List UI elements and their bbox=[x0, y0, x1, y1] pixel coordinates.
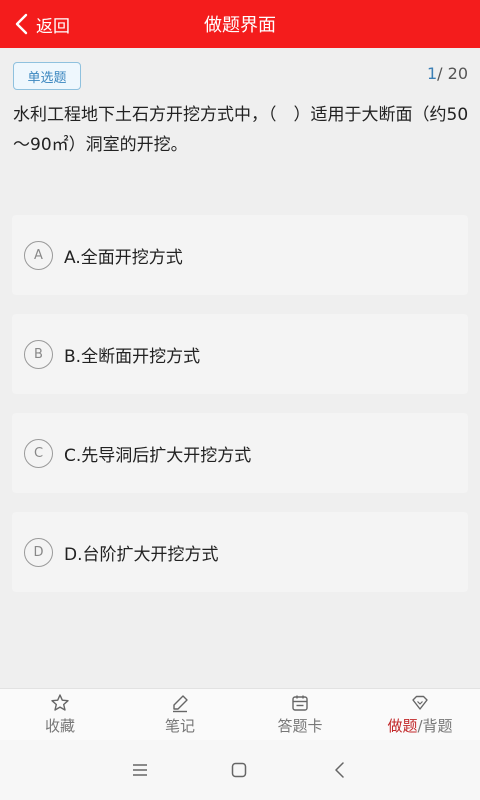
option-letter: A bbox=[24, 240, 53, 270]
progress-total: / 20 bbox=[437, 64, 468, 83]
calendar-icon bbox=[292, 695, 308, 711]
back-label: 返回 bbox=[36, 16, 70, 37]
system-nav-bar bbox=[0, 740, 480, 800]
option-text: B.全断面开挖方式 bbox=[64, 346, 201, 367]
progress-current: 1 bbox=[426, 64, 438, 83]
option-b[interactable]: B B.全断面开挖方式 bbox=[12, 314, 468, 394]
system-back-button[interactable] bbox=[328, 758, 352, 782]
option-text: A.全面开挖方式 bbox=[64, 247, 183, 268]
back-button[interactable]: 返回 bbox=[14, 0, 70, 48]
option-text: D.台阶扩大开挖方式 bbox=[64, 544, 219, 565]
home-icon bbox=[231, 762, 247, 778]
star-icon bbox=[51, 694, 69, 711]
notes-button[interactable]: 笔记 bbox=[120, 689, 240, 740]
answer-card-label: 答题卡 bbox=[277, 717, 323, 735]
diamond-icon bbox=[412, 695, 428, 710]
question-area: 单选题 1/ 20 水利工程地下土石方开挖方式中，（ ）适用于大断面（约50～9… bbox=[0, 48, 480, 688]
menu-icon bbox=[133, 764, 147, 776]
notes-label: 笔记 bbox=[164, 717, 195, 735]
option-letter: C bbox=[24, 438, 53, 468]
mode-toggle-button[interactable]: 做题/背题 bbox=[360, 689, 480, 740]
favorite-button[interactable]: 收藏 bbox=[0, 689, 120, 740]
system-home-button[interactable] bbox=[227, 758, 251, 782]
system-menu-button[interactable] bbox=[128, 758, 152, 782]
page-title: 做题界面 bbox=[204, 15, 276, 36]
header-bar: 返回 做题界面 bbox=[0, 0, 480, 48]
favorite-label: 收藏 bbox=[44, 717, 75, 735]
option-text: C.先导洞后扩大开挖方式 bbox=[64, 445, 252, 466]
question-stem: 水利工程地下土石方开挖方式中，（ ）适用于大断面（约50～90㎡）洞室的开挖。 bbox=[13, 105, 469, 155]
mode-active-label: 做题 bbox=[387, 717, 418, 735]
answer-card-button[interactable]: 答题卡 bbox=[240, 689, 360, 740]
option-letter: D bbox=[24, 537, 53, 567]
bottom-nav: 收藏 笔记 答题卡 做题/背题 bbox=[0, 688, 480, 740]
option-letter: B bbox=[24, 339, 53, 369]
option-a[interactable]: A A.全面开挖方式 bbox=[12, 215, 468, 295]
question-progress: 1/ 20 bbox=[427, 64, 468, 83]
back-icon bbox=[335, 762, 344, 778]
mode-label: 做题/背题 bbox=[387, 715, 452, 736]
option-c[interactable]: C C.先导洞后扩大开挖方式 bbox=[12, 413, 468, 493]
chevron-left-icon bbox=[15, 13, 28, 35]
pencil-icon bbox=[173, 695, 188, 713]
option-d[interactable]: D D.台阶扩大开挖方式 bbox=[12, 512, 468, 592]
question-type-badge: 单选题 bbox=[13, 62, 81, 90]
mode-other-label: 背题 bbox=[422, 717, 453, 735]
